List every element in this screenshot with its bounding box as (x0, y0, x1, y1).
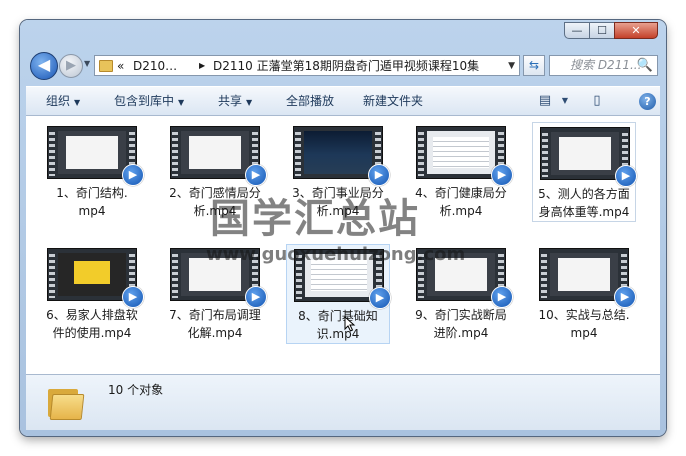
refresh-button[interactable]: ⇆ (523, 55, 545, 76)
breadcrumb-current[interactable]: D2110 正藩堂第18期阴盘奇门遁甲视频课程10集 (213, 56, 479, 75)
file-name: 8、奇门基础知 识.mp4 (298, 309, 378, 341)
file-item[interactable]: ▶ 10、实战与总结. mp4 (532, 244, 636, 344)
file-name: 9、奇门实战断局 进阶.mp4 (415, 308, 507, 340)
file-item[interactable]: ▶ 4、奇门健康局分 析.mp4 (409, 122, 513, 222)
media-player-icon: ▶ (491, 286, 513, 308)
search-input[interactable]: 搜索 D211... 🔍 (549, 55, 658, 76)
media-player-icon: ▶ (369, 287, 391, 309)
maximize-button[interactable]: ☐ (589, 22, 615, 39)
back-button[interactable]: ◀ (30, 52, 58, 80)
organize-menu[interactable]: 组织 ▼ (46, 87, 80, 117)
command-bar: 组织 ▼ 包含到库中 ▼ 共享 ▼ 全部播放 新建文件夹 ▤ ▼ ▯ ? (26, 86, 660, 116)
play-all-button[interactable]: 全部播放 (286, 87, 334, 116)
breadcrumb-separator-icon[interactable]: ▶ (199, 56, 205, 75)
file-item[interactable]: ▶ 5、测人的各方面 身高体重等.mp4 (532, 122, 637, 222)
media-player-icon: ▶ (245, 286, 267, 308)
media-player-icon: ▶ (368, 164, 390, 186)
folder-icon (48, 385, 85, 420)
include-label: 包含到库中 (114, 94, 175, 108)
breadcrumb-parent[interactable]: D210… (133, 56, 177, 75)
share-menu[interactable]: 共享 ▼ (218, 87, 252, 117)
search-placeholder: 搜索 D211... (570, 58, 642, 72)
chevron-down-icon: ▼ (74, 98, 81, 107)
preview-pane-icon[interactable]: ▯ (588, 93, 606, 109)
file-name: 7、奇门布局调理 化解.mp4 (169, 308, 261, 340)
file-name: 1、奇门结构. mp4 (56, 186, 128, 218)
view-options-icon[interactable]: ▤ (536, 93, 554, 109)
navigation-bar: ◀ ▶ ▼ « D210… ▶ D2110 正藩堂第18期阴盘奇门遁甲视频课程1… (26, 51, 660, 81)
search-icon[interactable]: 🔍 (637, 56, 653, 75)
media-player-icon: ▶ (614, 286, 636, 308)
share-label: 共享 (218, 94, 243, 108)
item-count: 10 个对象 (108, 383, 164, 397)
include-in-library-menu[interactable]: 包含到库中 ▼ (114, 87, 184, 117)
mouse-cursor-icon (344, 316, 356, 332)
media-player-icon: ▶ (491, 164, 513, 186)
file-name: 4、奇门健康局分 析.mp4 (415, 186, 507, 218)
caption-buttons: — ☐ ✕ (564, 22, 658, 39)
file-name: 10、实战与总结. mp4 (538, 308, 630, 340)
file-name: 5、测人的各方面 身高体重等.mp4 (538, 187, 630, 219)
watermark-url: www.guoxuehuizong.com (206, 244, 466, 265)
file-item[interactable]: ▶ 6、易家人排盘软 件的使用.mp4 (40, 244, 144, 344)
media-player-icon: ▶ (122, 164, 144, 186)
watermark-text: 国学汇总站 (210, 195, 420, 242)
recent-pages-dropdown-icon[interactable]: ▼ (84, 59, 90, 68)
file-name: 6、易家人排盘软 件的使用.mp4 (46, 308, 138, 340)
details-pane: 10 个对象 (26, 374, 660, 430)
address-bar[interactable]: « D210… ▶ D2110 正藩堂第18期阴盘奇门遁甲视频课程10集 ▼ (94, 55, 520, 76)
chevron-down-icon: ▼ (246, 98, 253, 107)
close-button[interactable]: ✕ (614, 22, 658, 39)
chevron-down-icon: ▼ (178, 98, 185, 107)
media-player-icon: ▶ (245, 164, 267, 186)
help-icon[interactable]: ? (639, 93, 656, 110)
new-folder-button[interactable]: 新建文件夹 (363, 87, 423, 116)
minimize-button[interactable]: — (564, 22, 590, 39)
forward-button[interactable]: ▶ (59, 54, 83, 78)
address-dropdown-icon[interactable]: ▼ (508, 56, 515, 75)
address-overflow-chevron[interactable]: « (117, 56, 124, 75)
view-dropdown-icon[interactable]: ▼ (556, 93, 574, 109)
refresh-icon: ⇆ (528, 58, 540, 72)
folder-icon (99, 60, 113, 72)
media-player-icon: ▶ (615, 165, 637, 187)
media-player-icon: ▶ (122, 286, 144, 308)
organize-label: 组织 (46, 94, 71, 108)
file-item[interactable]: ▶ 1、奇门结构. mp4 (40, 122, 144, 222)
